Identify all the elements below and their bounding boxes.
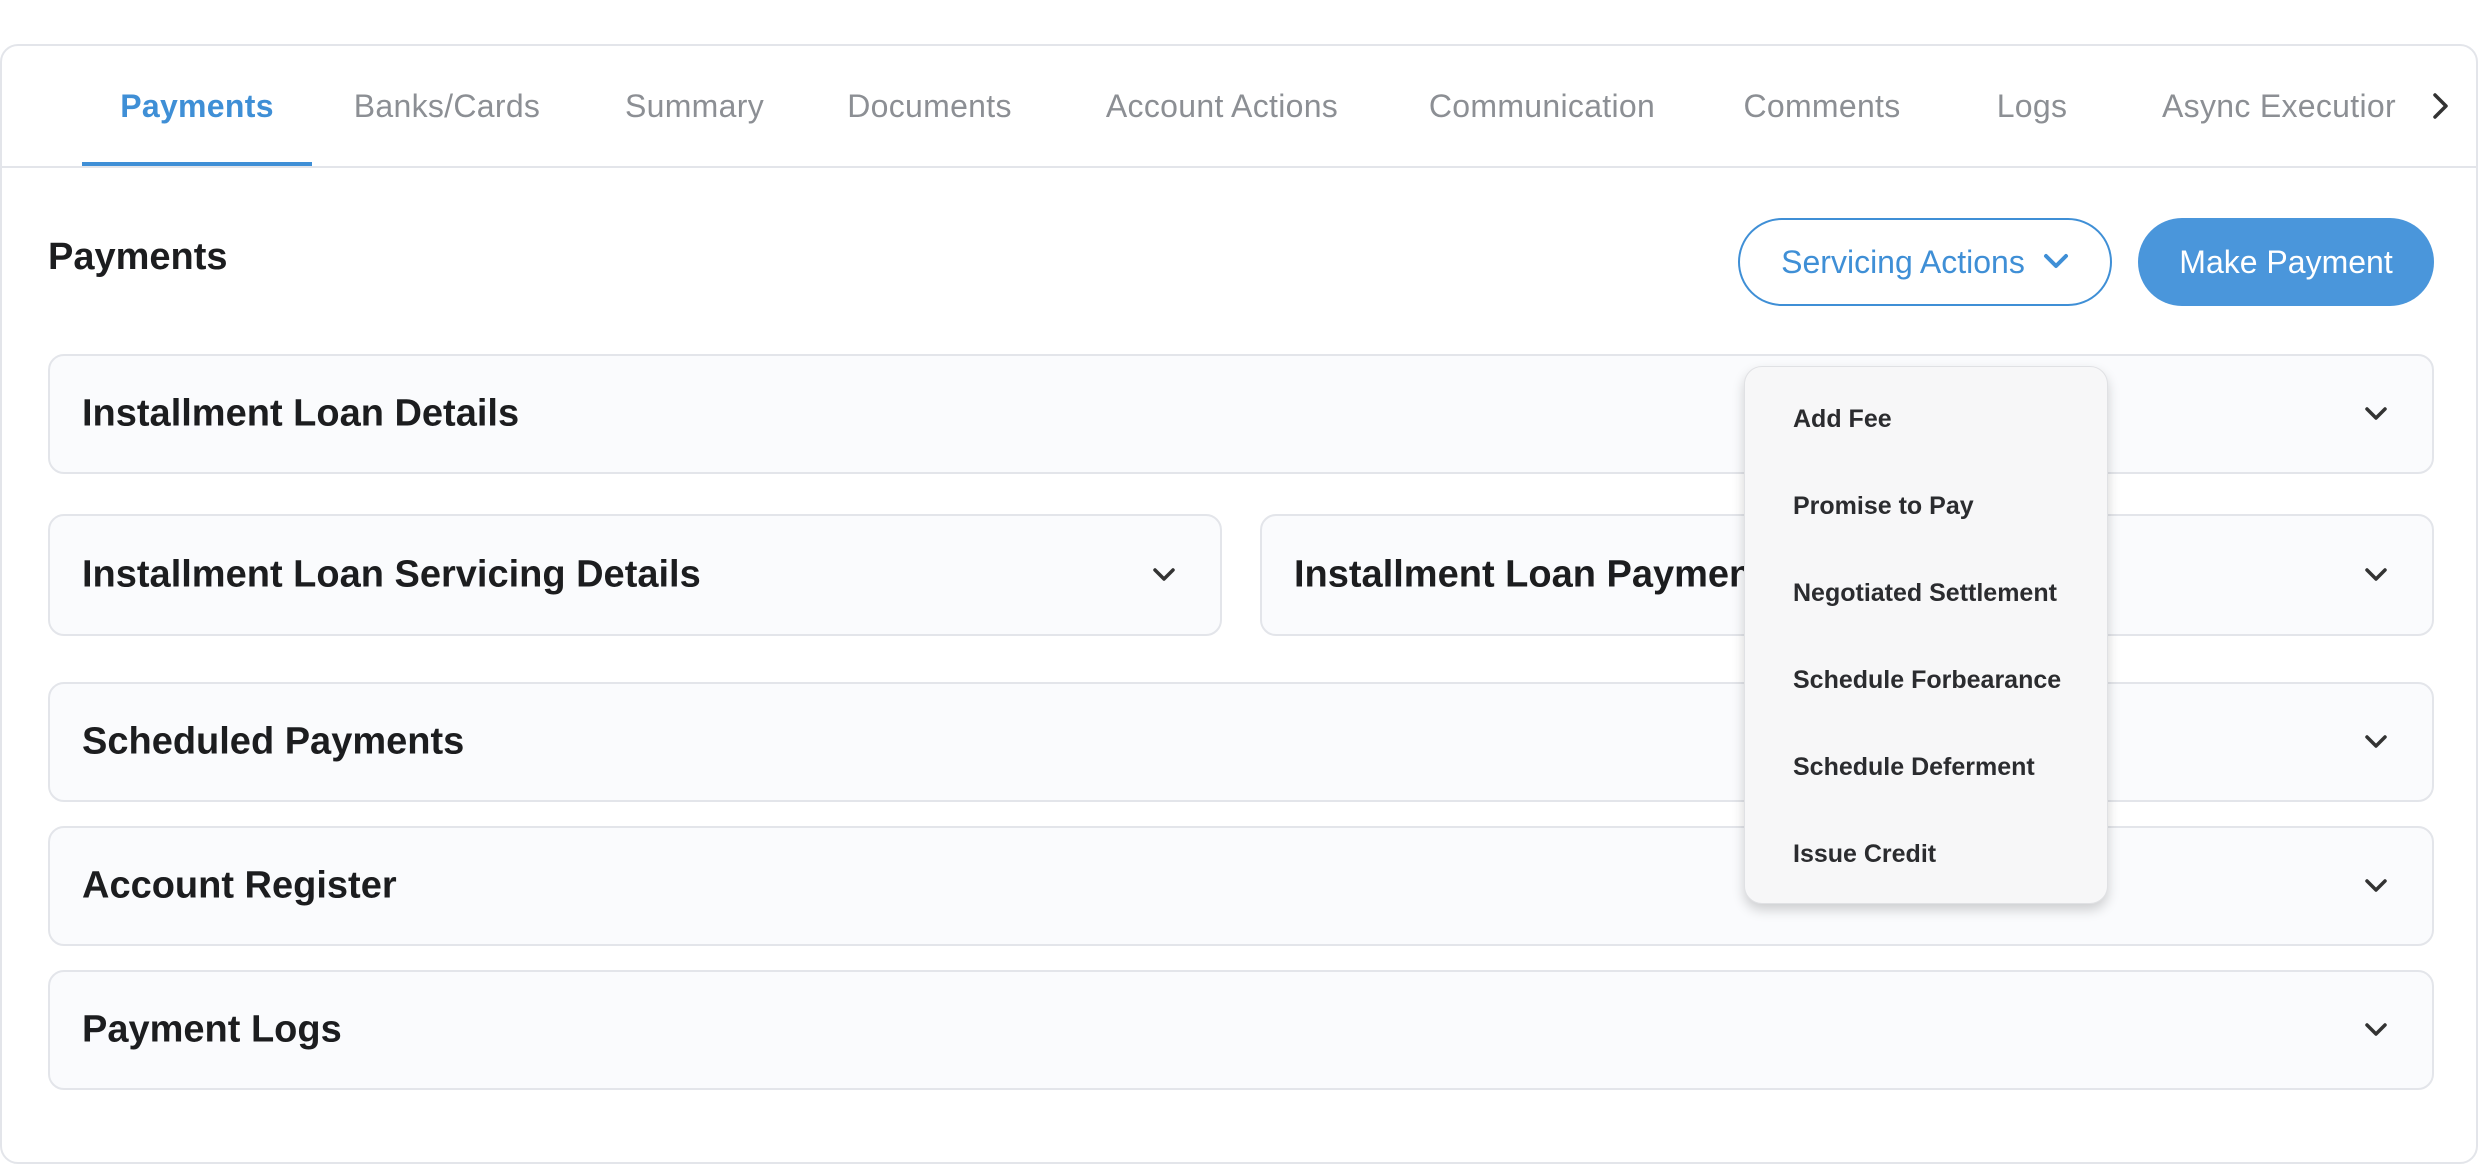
tab-label: Account Actions (1105, 87, 1339, 124)
chevron-right-icon (2433, 93, 2448, 119)
tab-logs[interactable]: Logs (1962, 46, 2102, 166)
panel-title: Installment Loan Paymen (1294, 553, 1753, 596)
tab-comments[interactable]: Comments (1727, 46, 1917, 166)
tab-communication[interactable]: Communication (1407, 46, 1677, 166)
tab-label: Logs (1996, 87, 2068, 124)
panel-title: Scheduled Payments (82, 720, 465, 763)
chevron-down-icon[interactable] (1150, 565, 1178, 585)
tab-documents[interactable]: Documents (822, 46, 1037, 166)
payment-logs-panel[interactable]: Payment Logs (48, 970, 2434, 1090)
tab-payments[interactable]: Payments (82, 46, 312, 166)
tab-label: Banks/Cards (353, 87, 541, 124)
servicing-actions-menu: Add Fee Promise to Pay Negotiated Settle… (1744, 366, 2108, 904)
panel-title: Payment Logs (82, 1008, 342, 1051)
panel-title: Installment Loan Details (82, 392, 520, 435)
menu-item-label: Schedule Deferment (1793, 753, 2035, 781)
menu-item-promise-to-pay[interactable]: Promise to Pay (1745, 463, 2107, 550)
tab-label: Comments (1743, 87, 1901, 124)
menu-item-add-fee[interactable]: Add Fee (1745, 376, 2107, 463)
chevron-down-icon[interactable] (2362, 1020, 2390, 1040)
installment-loan-servicing-details-panel[interactable]: Installment Loan Servicing Details (48, 514, 1222, 636)
chevron-down-icon[interactable] (2362, 404, 2390, 424)
chevron-down-icon[interactable] (2362, 565, 2390, 585)
tab-label: Payments (120, 87, 274, 124)
menu-item-schedule-forbearance[interactable]: Schedule Forbearance (1745, 637, 2107, 724)
payments-page: Payments Banks/Cards Summary Documents A… (0, 44, 2478, 1164)
make-payment-button[interactable]: Make Payment (2138, 218, 2434, 306)
panel-title: Installment Loan Servicing Details (82, 553, 701, 596)
tab-label: Communication (1428, 87, 1656, 124)
tab-async-execution[interactable]: Async Executior (2162, 46, 2412, 166)
tab-bar: Payments Banks/Cards Summary Documents A… (2, 46, 2476, 168)
servicing-actions-button[interactable]: Servicing Actions (1738, 218, 2112, 306)
menu-item-schedule-deferment[interactable]: Schedule Deferment (1745, 724, 2107, 811)
tab-label: Summary (624, 87, 764, 124)
menu-item-label: Negotiated Settlement (1793, 579, 2057, 607)
tab-scroll-right-button[interactable] (2416, 76, 2466, 136)
make-payment-label: Make Payment (2179, 243, 2393, 280)
chevron-down-icon[interactable] (2362, 732, 2390, 752)
tab-summary[interactable]: Summary (602, 46, 787, 166)
menu-item-label: Issue Credit (1793, 840, 1937, 868)
servicing-actions-label: Servicing Actions (1781, 243, 2025, 280)
menu-item-label: Promise to Pay (1793, 492, 1974, 520)
page-title: Payments (48, 236, 228, 278)
menu-item-label: Schedule Forbearance (1793, 666, 2062, 694)
active-tab-indicator (82, 162, 312, 166)
chevron-down-icon (2043, 254, 2068, 268)
tab-account-actions[interactable]: Account Actions (1082, 46, 1362, 166)
menu-item-issue-credit[interactable]: Issue Credit (1745, 811, 2107, 898)
panel-title: Account Register (82, 864, 397, 907)
tab-label: Async Executior (2162, 87, 2396, 124)
menu-item-label: Add Fee (1793, 405, 1892, 433)
menu-item-negotiated-settlement[interactable]: Negotiated Settlement (1745, 550, 2107, 637)
chevron-down-icon[interactable] (2362, 876, 2390, 896)
tab-banks-cards[interactable]: Banks/Cards (332, 46, 562, 166)
tab-label: Documents (847, 87, 1012, 124)
